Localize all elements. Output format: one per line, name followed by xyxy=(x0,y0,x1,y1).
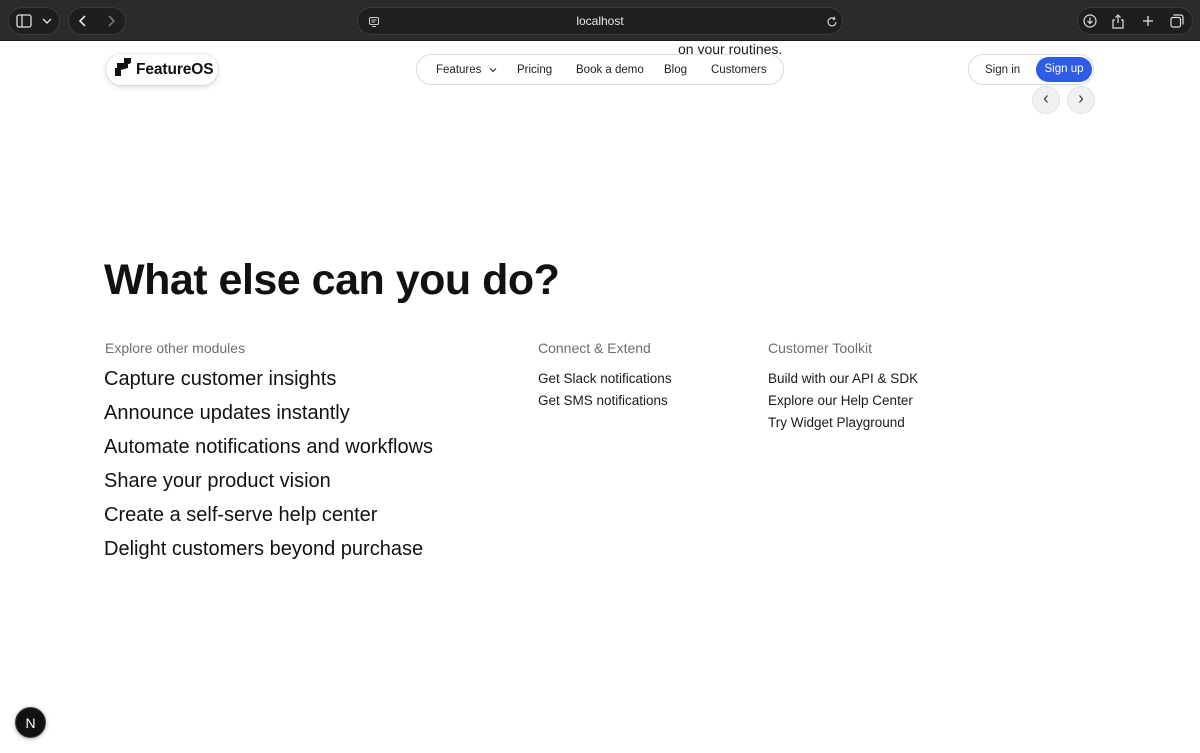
forward-icon[interactable] xyxy=(97,7,125,35)
chevron-left-icon xyxy=(1042,91,1050,109)
auth-group: Sign in Sign up xyxy=(968,54,1094,85)
share-icon[interactable] xyxy=(1104,7,1132,35)
nav-features-label: Features xyxy=(436,64,482,76)
sign-up-button[interactable]: Sign up xyxy=(1036,57,1092,82)
module-link[interactable]: Capture customer insights xyxy=(104,368,336,391)
connect-link[interactable]: Get SMS notifications xyxy=(538,393,668,408)
featureos-logo-icon xyxy=(115,58,131,81)
module-link[interactable]: Share your product vision xyxy=(104,470,331,493)
module-link[interactable]: Delight customers beyond purchase xyxy=(104,538,423,561)
toolkit-link[interactable]: Explore our Help Center xyxy=(768,393,913,408)
logo-text: FeatureOS xyxy=(136,60,214,78)
address-bar[interactable]: localhost xyxy=(357,7,843,35)
main-nav: Features Pricing Book a demo Blog Custom… xyxy=(416,54,784,85)
browser-toolbar: localhost xyxy=(0,0,1200,41)
new-tab-icon[interactable] xyxy=(1134,7,1162,35)
toolkit-link[interactable]: Try Widget Playground xyxy=(768,415,905,430)
back-icon[interactable] xyxy=(69,7,97,35)
chevron-right-icon xyxy=(1077,91,1085,109)
nav-customers[interactable]: Customers xyxy=(711,64,767,76)
nav-book-demo[interactable]: Book a demo xyxy=(576,64,644,76)
logo-link[interactable]: FeatureOS xyxy=(106,54,218,85)
connect-link[interactable]: Get Slack notifications xyxy=(538,371,672,386)
download-icon[interactable] xyxy=(1076,7,1104,35)
chevron-down-icon xyxy=(489,64,497,76)
module-link[interactable]: Announce updates instantly xyxy=(104,402,350,425)
section-heading: What else can you do? xyxy=(104,256,560,304)
chevron-down-icon[interactable] xyxy=(33,7,61,35)
nav-features[interactable]: Features xyxy=(436,64,497,76)
connect-title: Connect & Extend xyxy=(538,340,651,356)
address-text: localhost xyxy=(576,14,624,28)
carousel-prev-button[interactable] xyxy=(1032,86,1060,114)
reload-icon[interactable] xyxy=(818,8,846,36)
module-link[interactable]: Create a self-serve help center xyxy=(104,504,377,527)
toolkit-title: Customer Toolkit xyxy=(768,340,873,356)
tabs-overview-icon[interactable] xyxy=(1163,7,1191,35)
nav-blog[interactable]: Blog xyxy=(664,64,687,76)
badge-letter: N xyxy=(25,714,36,731)
nav-pricing[interactable]: Pricing xyxy=(517,64,552,76)
sign-in-button[interactable]: Sign in xyxy=(985,64,1020,76)
toolkit-link[interactable]: Build with our API & SDK xyxy=(768,371,918,386)
carousel-next-button[interactable] xyxy=(1067,86,1095,114)
modules-title: Explore other modules xyxy=(105,340,246,356)
module-link[interactable]: Automate notifications and workflows xyxy=(104,436,433,459)
nextjs-dev-badge[interactable]: N xyxy=(15,707,46,738)
